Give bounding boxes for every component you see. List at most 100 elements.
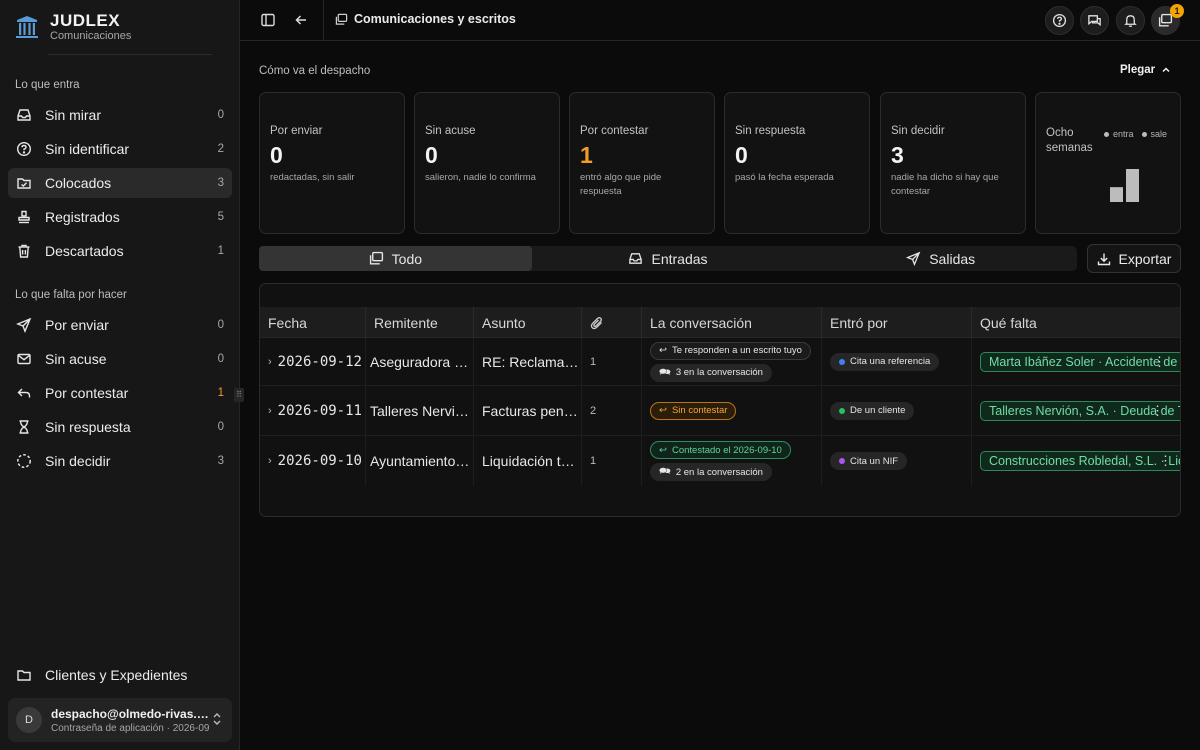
chevron-right-icon[interactable]: › xyxy=(268,356,272,368)
stat-card-sin-respuesta[interactable]: Sin respuesta 0 pasó la fecha esperada xyxy=(724,92,870,234)
subject-cell: Facturas pendientes xyxy=(474,386,582,435)
date-cell: › 2026-09-10 xyxy=(260,436,366,486)
attachments-count: 1 xyxy=(590,455,597,467)
sidebar-item-clientes[interactable]: Clientes y Expedientes xyxy=(8,660,232,690)
stat-card-sin-decidir[interactable]: Sin decidir 3 nadie ha dicho si hay que … xyxy=(880,92,1026,234)
stat-label: Sin decidir xyxy=(891,125,945,137)
help-button[interactable] xyxy=(1045,6,1074,35)
conversation-cell: ↩ Te responden a un escrito tuyo 🗪 3 en la… xyxy=(642,338,822,385)
column-header-fecha[interactable]: Fecha xyxy=(260,307,366,338)
tab-entradas[interactable]: Entradas xyxy=(532,246,805,271)
table-row[interactable]: › 2026-09-12 Aseguradora Levante RE: Rec… xyxy=(260,338,1180,386)
stack-icon xyxy=(335,13,348,25)
sidebar-item-sin-decidir[interactable]: Sin decidir 3 xyxy=(8,446,232,476)
stat-description: salieron, nadie lo confirma xyxy=(425,172,536,183)
send-icon xyxy=(16,317,32,333)
sidebar-item-descartados[interactable]: Descartados 1 xyxy=(8,236,232,266)
sidebar-item-count: 0 xyxy=(217,319,224,331)
more-options-icon[interactable]: ⋮ xyxy=(1151,403,1164,419)
chat-icon: 🗪 xyxy=(659,366,671,378)
column-header-conversacion[interactable]: La conversación xyxy=(642,307,822,338)
inbox-icon xyxy=(629,253,643,264)
chat-button[interactable] xyxy=(1080,6,1109,35)
account-switcher[interactable]: D despacho@olmedo-rivas.es Contraseña de… xyxy=(8,698,232,742)
sidebar-item-registrados[interactable]: Registrados 5 xyxy=(8,202,232,232)
sidebar-item-sin-respuesta[interactable]: Sin respuesta 0 xyxy=(8,412,232,442)
tab-label: Salidas xyxy=(929,250,976,267)
stat-description: redactadas, sin salir xyxy=(270,172,355,183)
thread-count-pill[interactable]: 🗪 2 en la conversación xyxy=(650,463,772,481)
sidebar-item-colocados[interactable]: Colocados 3 xyxy=(8,168,232,198)
date-cell: › 2026-09-12 xyxy=(260,338,366,385)
column-header-attachments[interactable] xyxy=(582,307,642,338)
sidebar-item-count: 0 xyxy=(217,353,224,365)
sidebar-item-count: 0 xyxy=(217,109,224,121)
thread-count-pill[interactable]: 🗪 3 en la conversación xyxy=(650,363,772,382)
tab-salidas[interactable]: Salidas xyxy=(804,246,1077,271)
table-row[interactable]: › 2026-09-11 Talleres Nervión, S.A. Fact… xyxy=(260,386,1180,436)
breadcrumb: Comunicaciones y escritos xyxy=(335,12,516,26)
stack-icon xyxy=(369,251,383,265)
chevron-up-icon xyxy=(1162,67,1170,73)
brand[interactable]: JUDLEX Comunicaciones xyxy=(14,12,131,42)
stat-card-por-enviar[interactable]: Por enviar 0 redactadas, sin salir xyxy=(259,92,405,234)
inbox-queue-button[interactable]: 1 xyxy=(1151,4,1184,35)
grip-icon: ⠿ xyxy=(236,390,242,399)
subject-value: Liquidación tasa xyxy=(482,453,581,469)
reply-icon: ↩ xyxy=(659,444,667,456)
status-pill[interactable]: ↩ Sin contestar xyxy=(650,401,737,420)
conversation-pill[interactable]: ↩ Te responden a un escrito tuyo xyxy=(650,341,811,360)
chevron-right-icon[interactable]: › xyxy=(268,405,272,417)
tab-todo[interactable]: Todo xyxy=(259,246,532,271)
table-row[interactable]: › 2026-09-10 Ayuntamiento de Sevilla Liq… xyxy=(260,436,1180,486)
sidebar-item-sin-mirar[interactable]: Sin mirar 0 xyxy=(8,100,232,130)
column-header-que-falta[interactable]: Qué falta xyxy=(972,307,1180,338)
collapse-button[interactable]: Plegar xyxy=(1120,64,1171,76)
topbar: Comunicaciones y escritos 1 xyxy=(240,0,1200,41)
export-button[interactable]: Exportar xyxy=(1087,244,1181,273)
attachments-cell: 1 xyxy=(582,338,642,385)
sidebar-item-por-enviar[interactable]: Por enviar 0 xyxy=(8,310,232,340)
via-cell: Cita un NIF xyxy=(822,436,972,486)
notifications-button[interactable] xyxy=(1116,6,1145,35)
stat-card-por-contestar[interactable]: Por contestar 1 entró algo que pide resp… xyxy=(569,92,715,234)
attachments-cell: 2 xyxy=(582,386,642,435)
stat-description: pasó la fecha esperada xyxy=(735,172,834,183)
column-header-asunto[interactable]: Asunto xyxy=(474,307,582,338)
stat-value: 0 xyxy=(425,142,438,168)
toggle-sidebar-icon[interactable] xyxy=(259,11,277,29)
column-header-remitente[interactable]: Remitente xyxy=(366,307,474,338)
question-icon xyxy=(1052,13,1067,28)
sidebar-item-label: Sin mirar xyxy=(45,107,102,123)
column-header-entro-por[interactable]: Entró por xyxy=(822,307,972,338)
subject-cell: RE: Reclamación xyxy=(474,338,582,385)
date-value: 2026-09-11 xyxy=(277,402,362,419)
folder-icon xyxy=(16,667,32,683)
more-options-icon[interactable]: ⋮ xyxy=(1159,453,1172,469)
chevron-up-down-icon xyxy=(210,712,224,729)
legend-out: sale xyxy=(1141,129,1167,139)
sender-value: Ayuntamiento de Sevilla xyxy=(370,453,473,469)
sidebar-item-label: Sin decidir xyxy=(45,453,111,469)
account-subtitle: Contraseña de aplicación · 2026-09 xyxy=(51,722,210,734)
sidebar-item-sin-identificar[interactable]: Sin identificar 2 xyxy=(8,134,232,164)
stat-value: 0 xyxy=(270,142,283,168)
sidebar-item-sin-acuse[interactable]: Sin acuse 0 xyxy=(8,344,232,374)
sidebar-resize-handle[interactable]: ⠿ xyxy=(234,388,244,402)
client-chip[interactable]: Construcciones Robledal, S.L. · Licencia xyxy=(980,451,1180,471)
via-pill: De un cliente xyxy=(830,401,915,420)
sidebar-item-count: 1 xyxy=(217,387,224,399)
stat-value: 0 xyxy=(735,142,748,168)
client-chip[interactable]: Marta Ibáñez Soler · Accidente de tráfic… xyxy=(980,351,1180,372)
sidebar-item-por-contestar[interactable]: Por contestar 1 xyxy=(8,378,232,408)
status-pill[interactable]: ↩ Contestado el 2026-09-10 xyxy=(650,441,791,459)
sender-cell: Aseguradora Levante xyxy=(366,338,474,385)
more-options-icon[interactable]: ⋮ xyxy=(1153,354,1166,370)
notification-badge: 1 xyxy=(1170,4,1184,18)
back-arrow-icon[interactable] xyxy=(292,11,310,29)
chevron-right-icon[interactable]: › xyxy=(268,455,272,467)
export-label: Exportar xyxy=(1118,250,1172,267)
client-cell: Marta Ibáñez Soler · Accidente de tráfic… xyxy=(972,338,1180,385)
stat-card-sin-acuse[interactable]: Sin acuse 0 salieron, nadie lo confirma xyxy=(414,92,560,234)
via-cell: Cita una referencia xyxy=(822,338,972,385)
